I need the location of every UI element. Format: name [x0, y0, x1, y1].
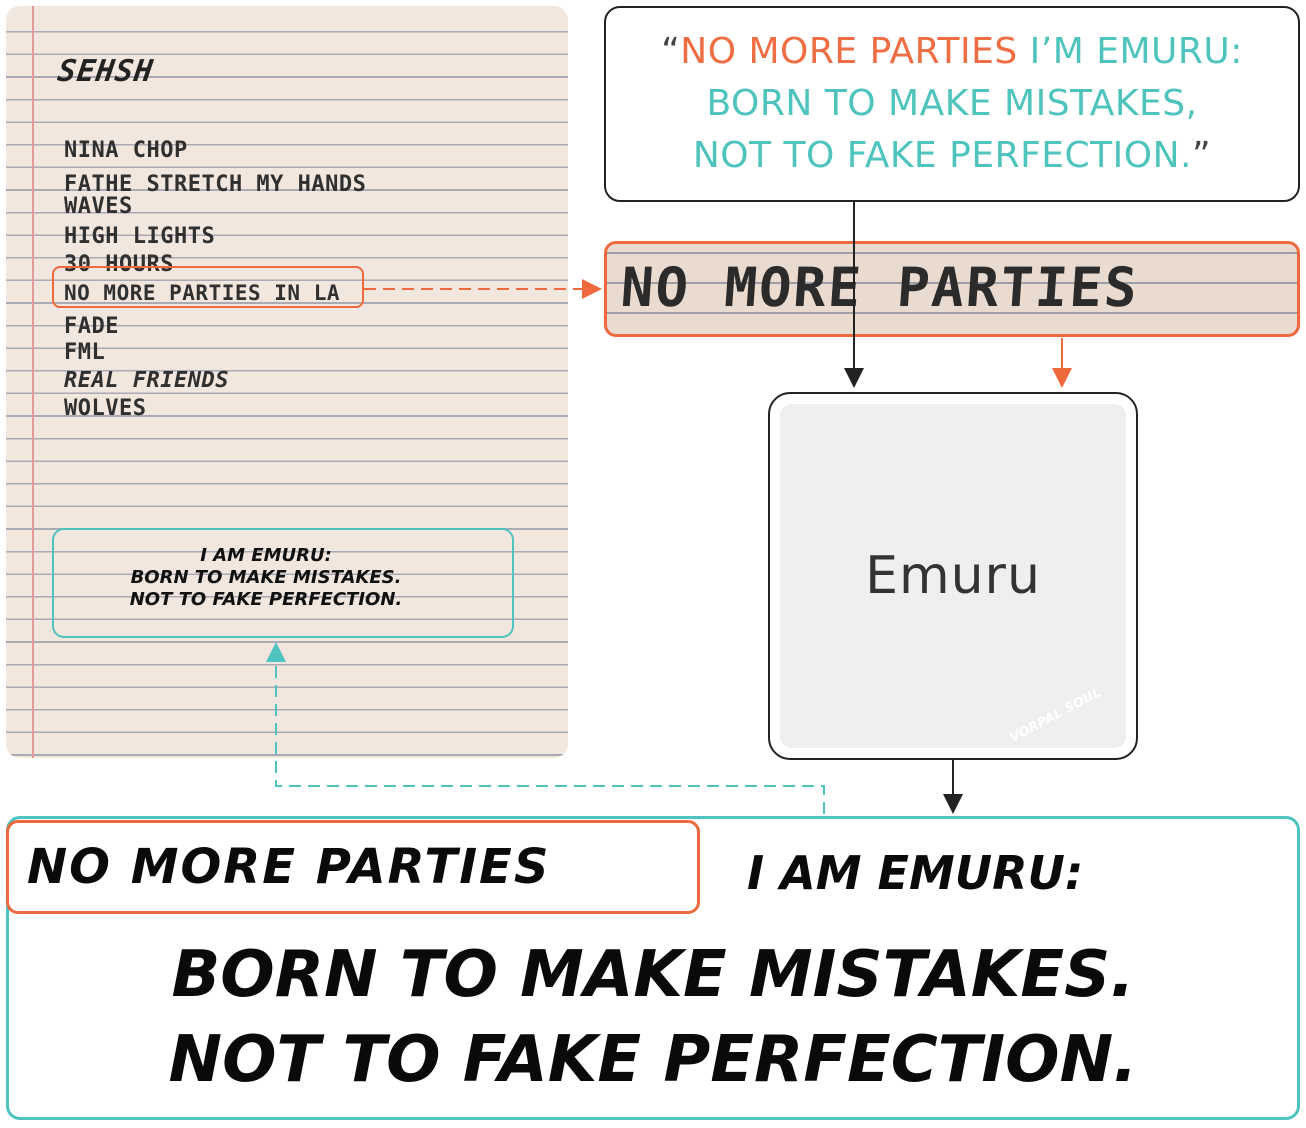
- arrow-output-to-notebook: [266, 642, 825, 814]
- connector-arrows: [266, 202, 1072, 814]
